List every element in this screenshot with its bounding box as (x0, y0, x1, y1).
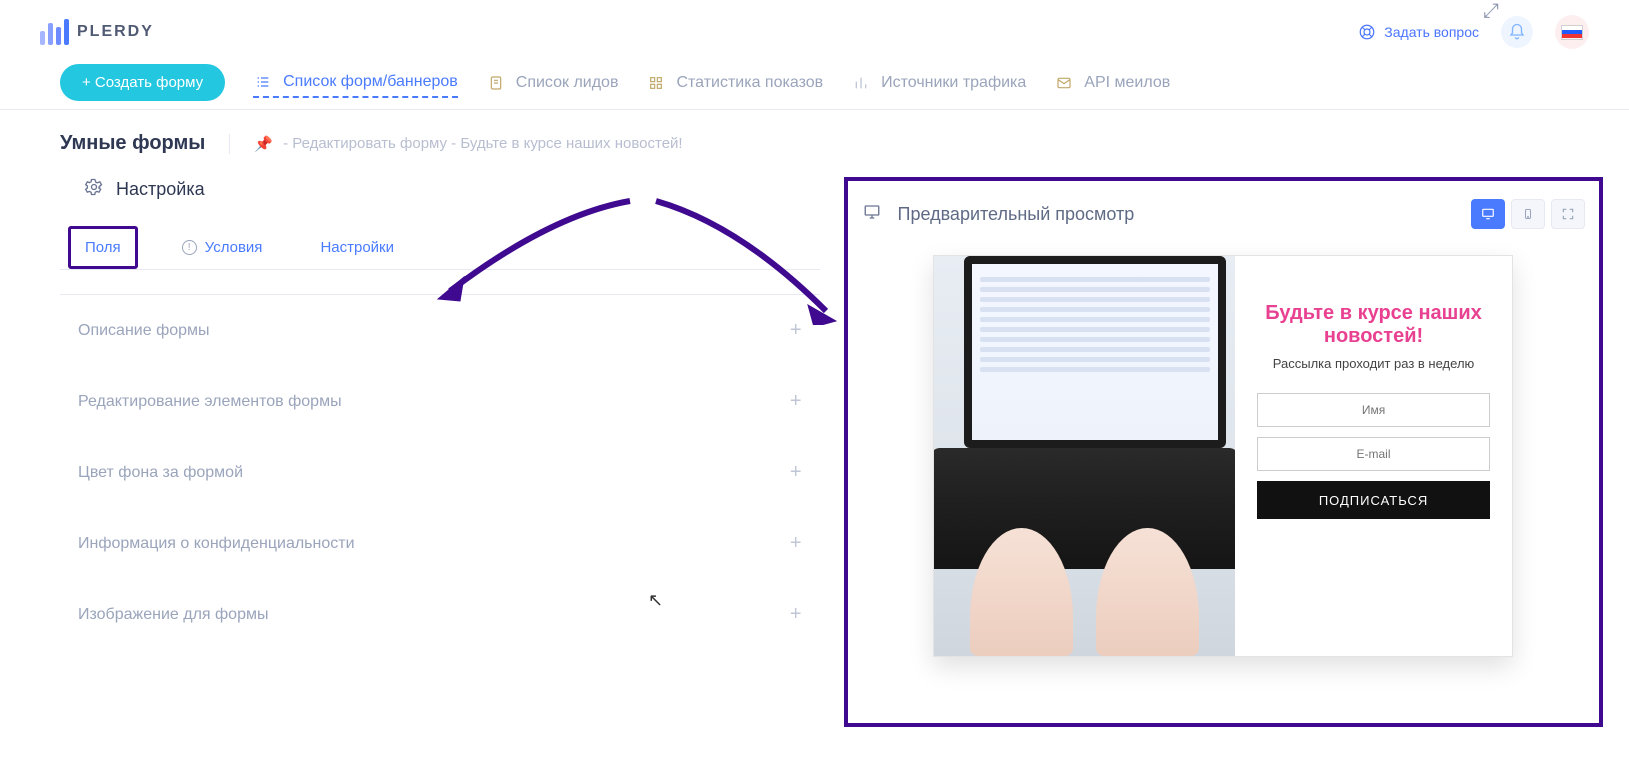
nav-item-label: Список форм/баннеров (283, 73, 458, 91)
page-header: Умные формы 📌 - Редактировать форму - Бу… (0, 110, 1629, 155)
move-handle-icon: ⤢ (1483, 0, 1499, 23)
nav-item-label: Источники трафика (881, 74, 1026, 92)
brand-text: PLERDY (77, 23, 154, 41)
ask-question-label: Задать вопрос (1384, 24, 1479, 40)
lifebuoy-icon (1358, 23, 1376, 41)
tab-label: Настройки (320, 239, 394, 256)
page-icon (486, 73, 506, 93)
accordion-item-privacy[interactable]: Информация о конфиденциальности + (60, 508, 820, 579)
popup-name-input[interactable] (1257, 393, 1490, 427)
nav-item-api-mails[interactable]: API меилов (1054, 69, 1170, 97)
tab-label: Поля (85, 239, 121, 256)
logo-bars-icon (40, 19, 69, 45)
bars-icon (851, 73, 871, 93)
expand-icon: + (790, 532, 802, 555)
popup-image (934, 256, 1235, 656)
popup-preview: Будьте в курсе наших новостей! Рассылка … (933, 255, 1513, 657)
accordion-label: Редактирование элементов формы (78, 393, 342, 411)
accordion-list: Описание формы + Редактирование элементо… (60, 294, 820, 650)
accordion-label: Описание формы (78, 322, 210, 340)
popup-title: Будьте в курсе наших новостей! (1257, 302, 1490, 348)
nav-item-label: Статистика показов (676, 74, 823, 92)
tab-conditions[interactable]: ! Условия (168, 226, 277, 269)
nav-item-leads-list[interactable]: Список лидов (486, 69, 619, 97)
ask-question-link[interactable]: Задать вопрос (1358, 23, 1479, 41)
accordion-item-image[interactable]: Изображение для формы + (60, 579, 820, 650)
flag-ru-icon (1561, 25, 1583, 40)
accordion-item-elements[interactable]: Редактирование элементов формы + (60, 366, 820, 437)
pin-icon: 📌 (254, 135, 273, 153)
nav-item-forms-list[interactable]: Список форм/баннеров (253, 68, 458, 98)
popup-email-input[interactable] (1257, 437, 1490, 471)
preview-title: Предварительный просмотр (898, 204, 1135, 225)
info-icon: ! (182, 240, 197, 255)
settings-header: Настройка (84, 177, 820, 202)
breadcrumb: 📌 - Редактировать форму - Будьте в курсе… (254, 135, 682, 153)
tab-settings[interactable]: Настройки (306, 226, 408, 269)
cursor-icon: ↖ (648, 590, 663, 611)
device-mobile-button[interactable] (1511, 199, 1545, 229)
monitor-icon (862, 203, 882, 226)
topbar: PLERDY Задать вопрос (0, 0, 1629, 64)
expand-icon (1561, 207, 1575, 221)
tab-fields[interactable]: Поля (68, 226, 138, 269)
language-switch[interactable] (1555, 15, 1589, 49)
nav-item-traffic-sources[interactable]: Источники трафика (851, 69, 1026, 97)
brand-logo[interactable]: PLERDY (40, 19, 154, 45)
expand-icon: + (790, 319, 802, 342)
expand-icon: + (790, 461, 802, 484)
mail-icon (1054, 73, 1074, 93)
accordion-label: Изображение для формы (78, 606, 268, 624)
nav-item-label: Список лидов (516, 74, 619, 92)
list-icon (253, 72, 273, 92)
create-form-button[interactable]: + Создать форму (60, 64, 225, 101)
breadcrumb-text: - Редактировать форму - Будьте в курсе н… (283, 135, 683, 152)
mobile-icon (1522, 206, 1534, 222)
accordion-item-description[interactable]: Описание формы + (60, 295, 820, 366)
popup-subtitle: Рассылка проходит раз в неделю (1257, 356, 1490, 371)
accordion-item-bgcolor[interactable]: Цвет фона за формой + (60, 437, 820, 508)
notifications-button[interactable] (1501, 16, 1533, 48)
accordion-label: Информация о конфиденциальности (78, 535, 355, 553)
bell-icon (1508, 23, 1526, 41)
preview-panel: Предварительный просмотр (844, 177, 1604, 727)
accordion-label: Цвет фона за формой (78, 464, 243, 482)
primary-nav: + Создать форму Список форм/баннеров Спи… (0, 64, 1629, 110)
desktop-icon (1480, 207, 1496, 221)
tab-label: Условия (205, 239, 263, 256)
divider (229, 134, 230, 154)
page-title: Умные формы (60, 132, 205, 155)
grid-icon (646, 73, 666, 93)
nav-item-stats[interactable]: Статистика показов (646, 69, 823, 97)
device-desktop-button[interactable] (1471, 199, 1505, 229)
device-expand-button[interactable] (1551, 199, 1585, 229)
gear-icon (84, 177, 104, 202)
nav-item-label: API меилов (1084, 74, 1170, 92)
expand-icon: + (790, 390, 802, 413)
editor-tabs: Поля ! Условия Настройки (60, 226, 820, 270)
popup-subscribe-button[interactable]: ПОДПИСАТЬСЯ (1257, 481, 1490, 519)
expand-icon: + (790, 603, 802, 626)
settings-title: Настройка (116, 179, 205, 200)
